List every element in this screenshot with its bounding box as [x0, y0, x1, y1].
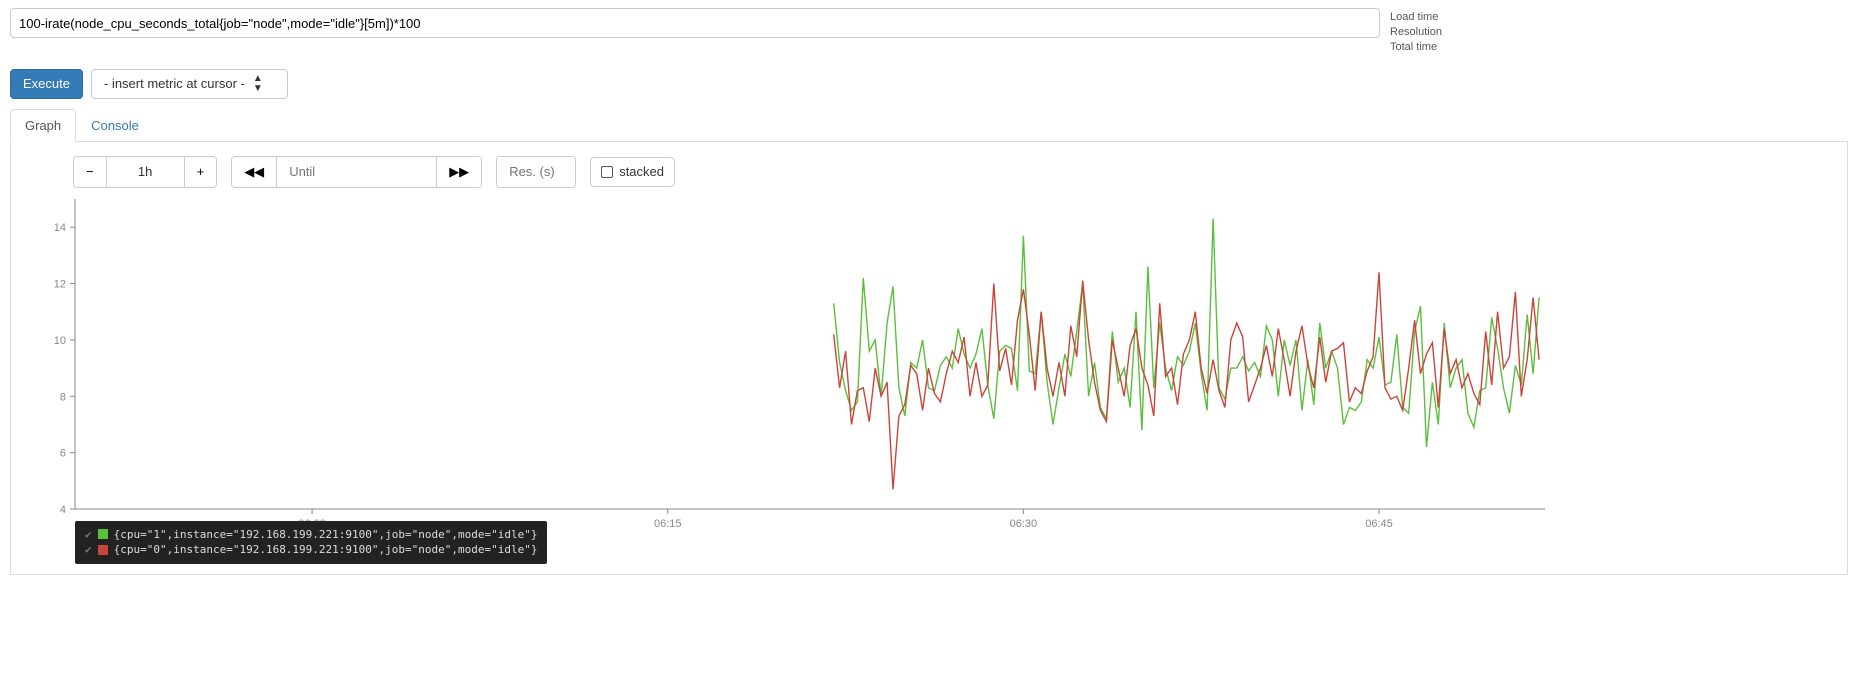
legend-swatch-cpu0	[98, 545, 108, 555]
resolution-group	[496, 156, 576, 188]
svg-text:6: 6	[60, 447, 66, 459]
svg-text:06:45: 06:45	[1365, 518, 1393, 530]
svg-text:12: 12	[54, 278, 66, 290]
legend-swatch-cpu1	[98, 529, 108, 539]
stat-resolution: Resolution	[1390, 25, 1848, 40]
execute-button[interactable]: Execute	[10, 69, 83, 99]
svg-text:10: 10	[54, 334, 66, 346]
legend-label-cpu1: {cpu="1",instance="192.168.199.221:9100"…	[114, 527, 538, 542]
check-icon: ✔	[85, 542, 92, 557]
insert-metric-select[interactable]: - insert metric at cursor - ▲▼	[91, 69, 288, 99]
tab-graph[interactable]: Graph	[10, 109, 76, 142]
query-stats: Load time Resolution Total time	[1390, 8, 1848, 55]
select-updown-icon: ▲▼	[253, 74, 263, 94]
range-input[interactable]: 1h	[106, 157, 184, 187]
check-icon: ✔	[85, 527, 92, 542]
svg-text:8: 8	[60, 391, 66, 403]
unchecked-box-icon	[601, 166, 613, 178]
svg-text:06:30: 06:30	[1010, 518, 1038, 530]
svg-text:06:15: 06:15	[654, 518, 682, 530]
range-increase-button[interactable]: +	[184, 157, 217, 187]
time-range-group: − 1h +	[73, 156, 217, 188]
stat-load-time: Load time	[1390, 10, 1848, 25]
legend: ✔ {cpu="1",instance="192.168.199.221:910…	[75, 521, 547, 564]
svg-text:14: 14	[54, 222, 66, 234]
legend-item-cpu1[interactable]: ✔ {cpu="1",instance="192.168.199.221:910…	[85, 527, 537, 542]
until-input[interactable]	[276, 157, 436, 187]
resolution-input[interactable]	[497, 157, 575, 187]
tab-console[interactable]: Console	[76, 109, 154, 142]
stacked-label: stacked	[619, 164, 664, 179]
legend-label-cpu0: {cpu="0",instance="192.168.199.221:9100"…	[114, 542, 538, 557]
svg-text:4: 4	[60, 504, 66, 516]
timeseries-chart[interactable]: 46810121406:0006:1506:3006:45	[25, 194, 1555, 564]
stacked-toggle[interactable]: stacked	[590, 157, 675, 187]
insert-metric-label: - insert metric at cursor -	[104, 76, 245, 91]
range-decrease-button[interactable]: −	[74, 157, 106, 187]
stat-total-time: Total time	[1390, 40, 1848, 55]
time-back-button[interactable]: ◀◀	[232, 157, 276, 187]
time-until-group: ◀◀ ▶▶	[231, 156, 482, 188]
query-input[interactable]	[10, 8, 1380, 38]
legend-item-cpu0[interactable]: ✔ {cpu="0",instance="192.168.199.221:910…	[85, 542, 537, 557]
time-forward-button[interactable]: ▶▶	[436, 157, 481, 187]
